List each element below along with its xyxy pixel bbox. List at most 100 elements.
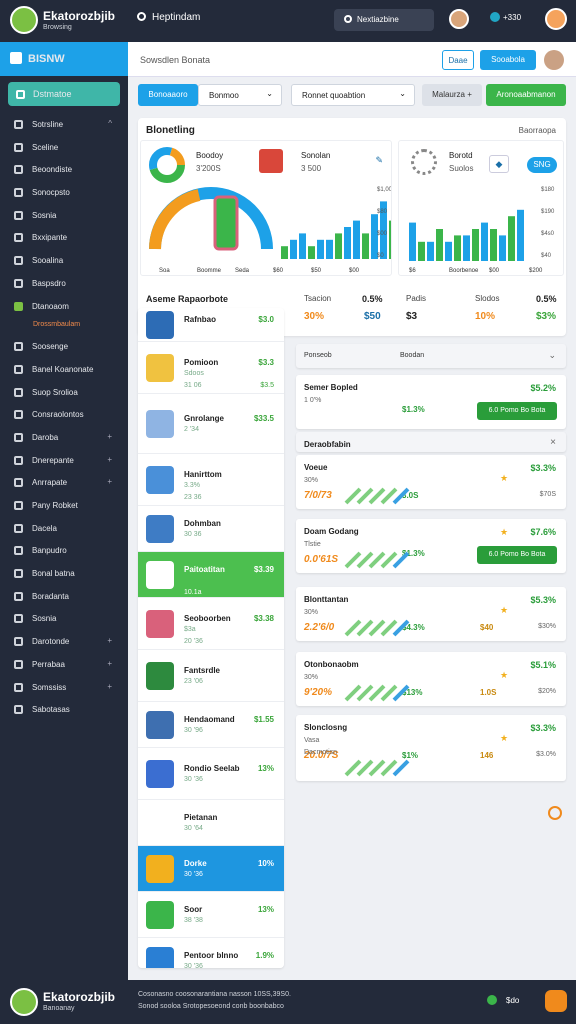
sidebar-item-active[interactable]: Dstmatoe [8,82,120,106]
sidebar-sub-item[interactable]: Drossmbaulam [0,318,128,336]
sidebar-item-b16[interactable]: Sabotasas [0,699,128,722]
footer-logo[interactable] [10,988,38,1016]
sidebar-item-b6[interactable]: Anrrapate + [0,472,128,495]
sidebar-item-a8[interactable]: Dtanoaom [0,296,128,319]
item-thumbnail [146,662,174,690]
metric-card[interactable]: Blonttantan $5.3% 30% 2.2'6/0 $4.3% $40 $30% ★ [296,587,566,641]
chevron-down-icon[interactable]: ⌄ [548,350,556,361]
card-action-button[interactable]: 6.0 Pomo Bo Bota [477,546,557,564]
notification-stat[interactable]: +330 [490,12,521,22]
profile-icon[interactable] [545,8,567,30]
search-icon [137,12,146,21]
sidebar-item-b15[interactable]: Somssiss + [0,677,128,700]
sidebar-item-a5[interactable]: Bxxipante [0,227,128,250]
sidebar-item-a0[interactable]: Sotrsline ^ [0,114,128,137]
sidebar-item-a3[interactable]: Sonocpsto [0,182,128,205]
list-item[interactable]: Hanirttom 3.3% 23 36 [138,454,284,506]
sidebar-item-b12[interactable]: Sosnia [0,608,128,631]
list-item[interactable]: Rondio Seelab 30 '36 13% [138,748,284,800]
card-small-value: $70S [539,491,556,498]
metric-card[interactable]: Otonbonaobm $5.1% 30% 9'20% $13% 1.0S $20% ★ [296,652,566,706]
avatar[interactable] [544,50,564,70]
sidebar-item-b3[interactable]: Consraolontos [0,404,128,427]
list-item[interactable]: Seoboorben $3a 20 '36 $3.38 [138,598,284,650]
sidebar-item-b11[interactable]: Boradanta [0,586,128,609]
sidebar-item-a4[interactable]: Sosnia [0,205,128,228]
menu-button[interactable]: Malaurza + [422,84,482,106]
trend-icon [344,487,410,505]
list-item[interactable]: Soor 38 '38 13% [138,892,284,938]
metric-card[interactable]: Semer Bopled $5.2% 1 0'% $1.3% 6.0 Pomo Bo B… [296,375,566,429]
bar [445,241,452,261]
sidebar-item-b0[interactable]: Soosenge [0,336,128,359]
item-thumbnail [146,901,174,929]
list-item[interactable]: Pomioon Sdoos 31 06 $3.3 $3.5 [138,342,284,394]
list-item[interactable]: Paitoatitan 10.1a $3.39 [138,552,284,598]
item-value: 13% [257,764,274,773]
sidebar-item-a2[interactable]: Beoondiste [0,159,128,182]
secondary-button[interactable]: Daae [442,50,474,70]
select-filter-1[interactable]: Bonmoo ⌄ [198,84,282,106]
stat-2-sub: $3 [406,311,418,322]
app-logo[interactable] [10,6,38,34]
sidebar-item-b8[interactable]: Dacela [0,518,128,541]
search-icon [344,15,352,23]
menu-item-icon [14,301,23,311]
card-action-button[interactable]: 6.0 Pomo Bo Bota [477,402,557,420]
bar [454,235,461,261]
sidebar-item-b14[interactable]: Perrabaa + [0,654,128,677]
sidebar-item-b4[interactable]: Daroba + [0,427,128,450]
sidebar-item-b2[interactable]: Suop Srolioa [0,382,128,405]
metric-card[interactable]: Doam Godang $7.6% Tlstie 0.0'61S $1.3% 6.0 Po… [296,519,566,573]
tab-active[interactable]: Bonoaaoro [138,84,198,106]
menu-item-icon [14,478,23,488]
sidebar-item-b10[interactable]: Bonal batna [0,563,128,586]
sidebar-item-a7[interactable]: Baspsdro [0,273,128,296]
sidebar-item-b1[interactable]: Banel Koanonate [0,359,128,382]
bar [290,239,297,259]
list-item[interactable]: Fantsrdle 23 '06 [138,650,284,702]
sidebar-item-a6[interactable]: Sooalina [0,250,128,273]
card-title: Blonttantan [304,595,349,604]
item-title: Paitoatitan [184,565,225,574]
item-value: $3.38 [253,614,274,623]
metric-card[interactable]: Voeue $3.3% 30% 7/0/73 3.0S $70S ★ [296,455,566,509]
list-item[interactable]: Dorke 30 '36 10% [138,846,284,892]
sidebar-item-a1[interactable]: Sceline [0,137,128,160]
user-avatar[interactable] [449,9,469,29]
sidebar-item-b7[interactable]: Pany Robket [0,495,128,518]
search-input[interactable]: Nextiazbine [334,9,434,31]
close-icon[interactable]: × [550,437,556,448]
sidebar-item-b13[interactable]: Darotonde + [0,631,128,654]
sidebar-item-b9[interactable]: Banpudro [0,540,128,563]
action-button[interactable]: Aronoaabmanon [486,84,566,106]
metric-card[interactable]: Deraobfabin × [296,432,566,452]
chat-icon[interactable] [548,806,562,820]
bar [308,246,315,259]
list-item[interactable]: Rafnbao $3.0 [138,308,284,342]
sidebar-item-label: Suop Srolioa [32,387,78,397]
stat-1-sub2: $50 [364,311,381,322]
sidebar-item-label: Boradanta [32,591,69,601]
list-item[interactable]: Hendaomand 30 '96 $1.55 [138,702,284,748]
list-item[interactable]: Gnrolange 2 '34 $33.5 [138,394,284,454]
top-search[interactable]: Heptindam [137,12,200,23]
play-icon[interactable]: ◆ [489,155,509,173]
list-item[interactable]: Pentoor blnno 30 '36 1.9% [138,938,284,968]
edit-icon[interactable]: ✎ [375,155,383,166]
widget-2-button[interactable]: SNG [527,157,557,173]
select-filter-2[interactable]: Ronnet quoabtion ⌄ [291,84,415,106]
list-item[interactable]: Pietanan 30 '64 [138,800,284,846]
list-item[interactable]: Dohmban 30 36 [138,506,284,552]
stat-1-value: 0.5% [362,294,383,304]
help-icon[interactable] [545,990,567,1012]
trend-icon [344,619,410,637]
sidebar-header[interactable]: BISNW [0,42,128,76]
metric-card[interactable]: Slonclosng $3.3% Vasa 20.0/7S $1% 146 $3.0% Dac… [296,715,566,781]
card-value: $5.1% [530,660,556,670]
item-title: Pentoor blnno [184,951,239,960]
sidebar-item-b5[interactable]: Dnerepante + [0,450,128,473]
item-title: Rondio Seelab [184,764,240,773]
item-title: Fantsrdle [184,666,221,675]
primary-button[interactable]: Sooabola [480,50,536,70]
